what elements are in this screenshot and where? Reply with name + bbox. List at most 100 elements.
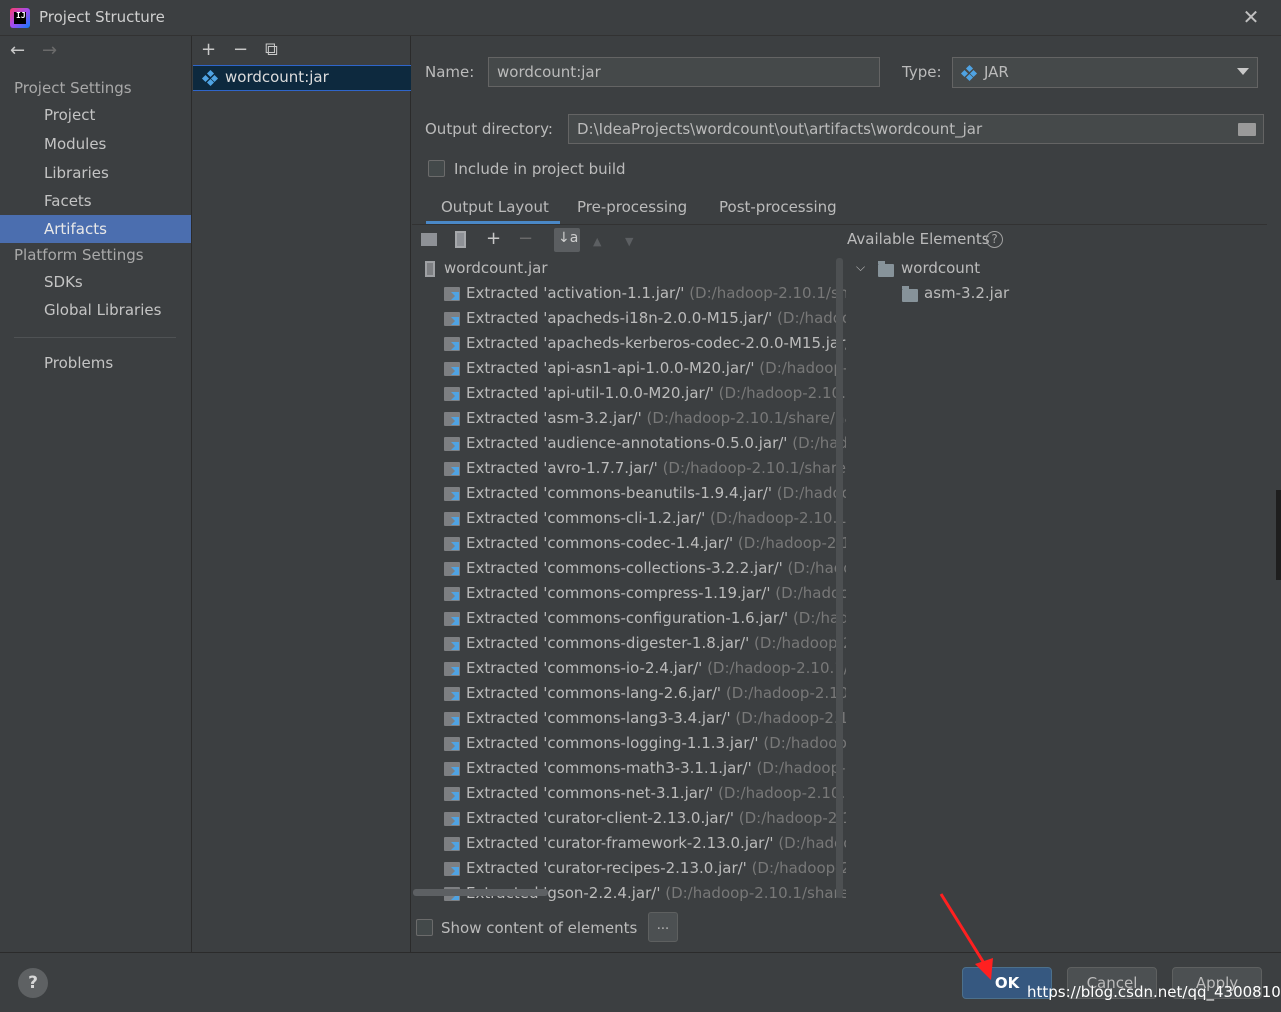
output-directory-input[interactable] <box>568 114 1264 144</box>
tree-row[interactable]: Extracted 'commons-net-3.1.jar/' (D:/had… <box>412 781 846 806</box>
create-directory-icon[interactable] <box>421 233 437 246</box>
nav-item-global-libraries[interactable]: Global Libraries <box>0 296 191 324</box>
dropdown-arrow-icon[interactable] <box>1237 68 1249 75</box>
tree-row[interactable]: Extracted 'commons-lang3-3.4.jar/' (D:/h… <box>412 706 846 731</box>
tree-row[interactable]: Extracted 'commons-collections-3.2.2.jar… <box>412 556 846 581</box>
artifacts-list-panel <box>193 36 411 952</box>
tree-row[interactable]: Extracted 'curator-client-2.13.0.jar/' (… <box>412 806 846 831</box>
tree-row[interactable]: Extracted 'commons-math3-3.1.1.jar/' (D:… <box>412 756 846 781</box>
tree-row[interactable]: Extracted 'activation-1.1.jar/' (D:/hado… <box>412 281 846 306</box>
tree-row[interactable]: Extracted 'commons-logging-1.1.3.jar/' (… <box>412 731 846 756</box>
tree-row-label: Extracted 'apacheds-kerberos-codec-2.0.0… <box>466 331 846 356</box>
platform-settings-header: Platform Settings <box>14 246 144 264</box>
forward-arrow-icon[interactable]: → <box>42 40 57 61</box>
jar-type-icon <box>960 64 978 82</box>
tree-row-path: (D:/hadoop-2.10.1/s <box>710 509 846 527</box>
nav-item-modules[interactable]: Modules <box>0 130 191 158</box>
tab-pre-processing[interactable]: Pre-processing <box>577 198 687 216</box>
tree-horizontal-scrollbar[interactable] <box>413 889 548 896</box>
nav-item-sdks[interactable]: SDKs <box>0 268 191 296</box>
close-button[interactable]: ✕ <box>1240 6 1262 28</box>
tree-row-name: Extracted 'commons-cli-1.2.jar/' <box>466 509 706 527</box>
tree-vertical-scrollbar[interactable] <box>836 258 843 898</box>
tree-row-label: Extracted 'asm-3.2.jar/' (D:/hadoop-2.10… <box>466 406 846 431</box>
available-module-label[interactable]: wordcount <box>901 259 980 277</box>
tree-row[interactable]: Extracted 'commons-io-2.4.jar/' (D:/hado… <box>412 656 846 681</box>
type-label: Type: <box>902 63 942 81</box>
nav-item-artifacts[interactable]: Artifacts <box>0 215 191 243</box>
tree-row[interactable]: Extracted 'commons-beanutils-1.9.4.jar/'… <box>412 481 846 506</box>
tree-row[interactable]: Extracted 'commons-codec-1.4.jar/' (D:/h… <box>412 531 846 556</box>
tree-row-label: Extracted 'curator-framework-2.13.0.jar/… <box>466 831 846 856</box>
tree-row-name: Extracted 'apacheds-kerberos-codec-2.0.0… <box>466 334 846 352</box>
extracted-archive-icon <box>444 412 460 426</box>
tab-post-processing[interactable]: Post-processing <box>719 198 837 216</box>
tree-row[interactable]: Extracted 'api-util-1.0.0-M20.jar/' (D:/… <box>412 381 846 406</box>
add-artifact-icon[interactable]: + <box>201 41 216 59</box>
tree-row-path: (D:/hadoop-2.10 <box>737 534 846 552</box>
extracted-archive-icon <box>444 537 460 551</box>
tree-row-name: Extracted 'curator-client-2.13.0.jar/' <box>466 809 734 827</box>
extracted-archive-icon <box>444 762 460 776</box>
tree-row-path: (D:/hadoop-2.10.1 <box>725 684 846 702</box>
tree-row-label: Extracted 'apacheds-i18n-2.0.0-M15.jar/'… <box>466 306 846 331</box>
available-library-label[interactable]: asm-3.2.jar <box>924 284 1009 302</box>
tree-row-name: Extracted 'curator-recipes-2.13.0.jar/' <box>466 859 747 877</box>
show-content-checkbox[interactable] <box>416 919 433 936</box>
tree-row[interactable]: Extracted 'asm-3.2.jar/' (D:/hadoop-2.10… <box>412 406 846 431</box>
extracted-archive-icon <box>444 787 460 801</box>
tree-row-name: Extracted 'api-asn1-api-1.0.0-M20.jar/' <box>466 359 755 377</box>
help-button[interactable]: ? <box>18 968 48 998</box>
remove-element-icon[interactable]: − <box>518 230 533 248</box>
tree-row[interactable]: Extracted 'commons-digester-1.8.jar/' (D… <box>412 631 846 656</box>
tree-row-name: Extracted 'apacheds-i18n-2.0.0-M15.jar/' <box>466 309 773 327</box>
extracted-archive-icon <box>444 687 460 701</box>
nav-item-problems[interactable]: Problems <box>0 349 191 377</box>
nav-item-facets[interactable]: Facets <box>0 187 191 215</box>
tree-row[interactable]: Extracted 'commons-configuration-1.6.jar… <box>412 606 846 631</box>
more-options-button[interactable]: ... <box>648 912 678 942</box>
nav-item-libraries[interactable]: Libraries <box>0 159 191 187</box>
tree-row-label: Extracted 'activation-1.1.jar/' (D:/hado… <box>466 281 846 306</box>
tree-row[interactable]: Extracted 'apacheds-kerberos-codec-2.0.0… <box>412 331 846 356</box>
tree-row[interactable]: Extracted 'commons-compress-1.19.jar/' (… <box>412 581 846 606</box>
tab-output-layout[interactable]: Output Layout <box>441 198 549 216</box>
back-arrow-icon[interactable]: ← <box>10 40 25 61</box>
create-archive-icon[interactable] <box>455 231 466 248</box>
include-in-build-checkbox[interactable] <box>428 160 445 177</box>
extracted-archive-icon <box>444 562 460 576</box>
nav-item-project[interactable]: Project <box>0 101 191 129</box>
add-element-icon[interactable]: + <box>486 230 501 248</box>
extracted-archive-icon <box>444 437 460 451</box>
tree-row[interactable]: Extracted 'curator-framework-2.13.0.jar/… <box>412 831 846 856</box>
tree-row-label: Extracted 'api-util-1.0.0-M20.jar/' (D:/… <box>466 381 846 406</box>
tree-row-name: Extracted 'asm-3.2.jar/' <box>466 409 642 427</box>
tree-row-name: Extracted 'api-util-1.0.0-M20.jar/' <box>466 384 714 402</box>
tree-row-path: (D:/hadoop-2.10.1/ <box>718 384 846 402</box>
extracted-archive-icon <box>444 637 460 651</box>
move-down-icon[interactable]: ▼ <box>625 233 633 251</box>
help-circle-icon[interactable]: ? <box>986 231 1003 248</box>
browse-folder-icon[interactable] <box>1238 123 1256 136</box>
remove-artifact-icon[interactable]: − <box>233 41 248 59</box>
tree-row-label: Extracted 'commons-logging-1.1.3.jar/' (… <box>466 731 846 756</box>
chevron-down-icon[interactable]: ⌵ <box>856 260 865 275</box>
tree-row[interactable]: Extracted 'commons-cli-1.2.jar/' (D:/had… <box>412 506 846 531</box>
tree-root-row[interactable]: wordcount.jar <box>412 256 846 281</box>
tree-row-name: Extracted 'commons-codec-1.4.jar/' <box>466 534 734 552</box>
tree-row-name: Extracted 'commons-digester-1.8.jar/' <box>466 634 750 652</box>
name-input[interactable] <box>488 57 880 87</box>
tree-row[interactable]: Extracted 'apacheds-i18n-2.0.0-M15.jar/'… <box>412 306 846 331</box>
tree-row[interactable]: Extracted 'curator-recipes-2.13.0.jar/' … <box>412 856 846 881</box>
extracted-archive-icon <box>444 837 460 851</box>
tree-row[interactable]: Extracted 'api-asn1-api-1.0.0-M20.jar/' … <box>412 356 846 381</box>
tree-row[interactable]: Extracted 'commons-lang-2.6.jar/' (D:/ha… <box>412 681 846 706</box>
tree-row[interactable]: Extracted 'avro-1.7.7.jar/' (D:/hadoop-2… <box>412 456 846 481</box>
tree-row[interactable]: Extracted 'audience-annotations-0.5.0.ja… <box>412 431 846 456</box>
sort-elements-button[interactable]: ↓a <box>554 228 580 252</box>
move-up-icon[interactable]: ▲ <box>593 233 601 251</box>
include-in-build-label: Include in project build <box>454 160 626 178</box>
tree-row-path: (D:/hadoop-2.10.1/shar <box>689 284 846 302</box>
copy-artifact-icon[interactable]: ⧉ <box>265 41 278 59</box>
artifact-item-wordcount-jar[interactable]: wordcount:jar <box>193 65 411 91</box>
